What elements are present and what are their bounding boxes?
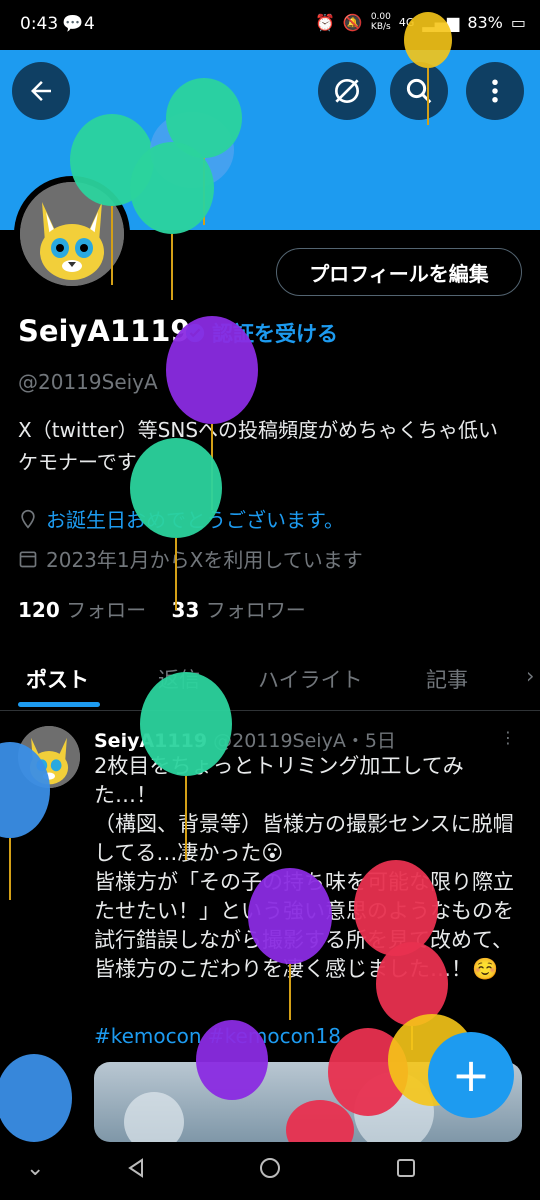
post-hashtags[interactable]: #kemocon #kemocon18: [94, 1024, 341, 1048]
mute-icon: 🔕: [342, 12, 363, 32]
no-retweet-icon: [335, 79, 359, 103]
calendar-icon: [19, 551, 37, 567]
profile-bio: X（twitter）等SNSへの投稿頻度がめちゃくちゃ低いケモナーです: [18, 418, 499, 474]
tab-posts[interactable]: ポスト: [26, 664, 89, 694]
followers-count: 33: [171, 598, 200, 622]
more-button[interactable]: [466, 62, 524, 120]
active-tab-indicator: [18, 702, 100, 707]
avatar-image: [20, 182, 124, 286]
system-nav-bar: ⌄: [0, 1142, 540, 1200]
status-bar: 0:43 💬 4 ⏰ 🔕 0.00 KB/s 4G ▂▄▆ 83% ▭: [0, 0, 540, 50]
profile-name: SeiyA1119: [18, 314, 191, 348]
signal-icon: ▂▄▆: [422, 12, 460, 32]
balloon-blue-3: [0, 1054, 72, 1142]
notification-icon: 💬: [62, 14, 84, 34]
following-link[interactable]: 120 フォロー: [18, 598, 146, 622]
network-speed-unit: KB/s: [370, 22, 391, 32]
post-more-icon[interactable]: ⋮: [500, 728, 516, 747]
tab-highlights[interactable]: ハイライト: [258, 664, 363, 694]
no-retweet-button[interactable]: [318, 62, 376, 120]
chevron-right-icon[interactable]: ›: [526, 664, 534, 688]
joined-row: 2023年1月からXを利用しています: [18, 544, 363, 573]
followers-label: フォロワー: [205, 598, 306, 622]
profile-handle: @20119SeiyA: [18, 370, 158, 394]
location-icon: [21, 509, 35, 529]
birthday-row: お誕生日おめでとうございます。: [18, 504, 344, 533]
profile-avatar[interactable]: [14, 176, 130, 292]
alarm-icon: ⏰: [314, 12, 335, 32]
chevron-down-icon[interactable]: ⌄: [26, 1156, 44, 1181]
back-button[interactable]: [12, 62, 70, 120]
plus-icon: +: [451, 1048, 491, 1102]
tab-articles[interactable]: 記事: [426, 664, 468, 694]
notification-count: 4: [84, 14, 95, 34]
battery-percent: 83%: [467, 12, 503, 32]
arrow-left-icon: [31, 81, 51, 101]
post-meta: @20119SeiyA・5日: [213, 730, 396, 752]
post-text: 2枚目をちょっとトリミング加工してみた…！ （構図、背景等）皆様方の撮影センスに…: [94, 754, 514, 981]
post-header: SeiyA1119 @20119SeiyA・5日: [94, 726, 396, 753]
following-label: フォロー: [66, 598, 147, 622]
following-count: 120: [18, 598, 60, 622]
network-speed: 0.00: [370, 12, 391, 22]
get-verified-link[interactable]: 認証を受ける: [184, 318, 338, 348]
nav-recents-icon[interactable]: [394, 1156, 418, 1180]
search-button[interactable]: [390, 62, 448, 120]
nav-home-icon[interactable]: [258, 1156, 282, 1180]
birthday-text[interactable]: お誕生日おめでとうございます。: [46, 504, 344, 533]
search-icon: [406, 78, 432, 104]
network-type: 4G: [398, 15, 415, 29]
status-time: 0:43: [20, 14, 59, 34]
compose-button[interactable]: +: [428, 1032, 514, 1118]
get-verified-label: 認証を受ける: [212, 322, 338, 346]
tab-replies[interactable]: 返信: [158, 664, 200, 694]
post-avatar[interactable]: [18, 726, 80, 788]
verified-badge-icon: [185, 323, 205, 343]
post-author[interactable]: SeiyA1119: [94, 730, 207, 752]
more-vertical-icon: [492, 79, 498, 103]
battery-icon: ▭: [510, 12, 526, 32]
joined-text: 2023年1月からXを利用しています: [46, 548, 363, 572]
follow-stats: 120 フォロー 33 フォロワー: [18, 594, 306, 623]
edit-profile-button[interactable]: プロフィールを編集: [276, 248, 522, 296]
followers-link[interactable]: 33 フォロワー: [172, 598, 306, 622]
nav-back-icon[interactable]: [124, 1156, 148, 1180]
